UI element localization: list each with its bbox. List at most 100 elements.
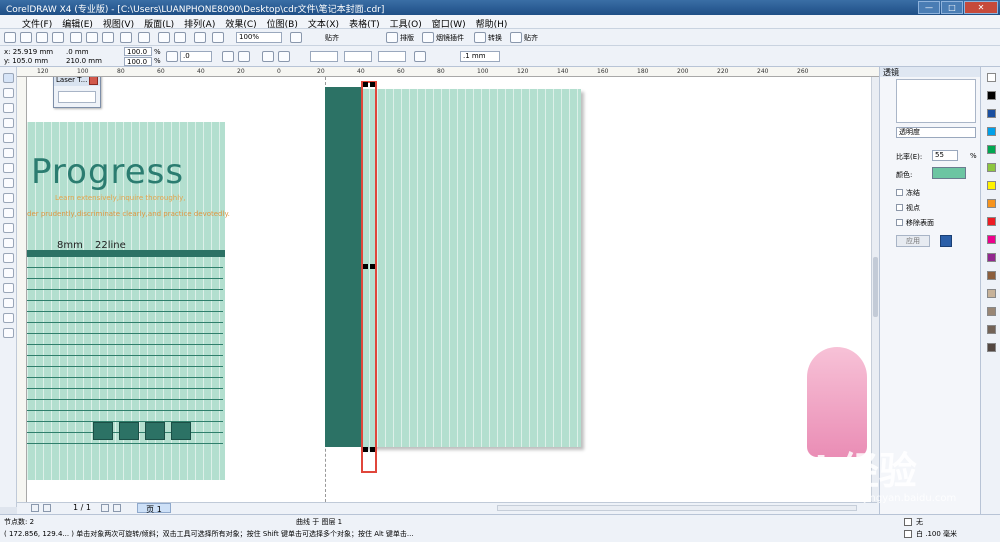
redo-icon[interactable] bbox=[138, 32, 150, 43]
paste-special-button[interactable]: 贴齐 bbox=[524, 33, 538, 43]
lock-icon[interactable] bbox=[940, 235, 952, 247]
rate-field[interactable]: 55 bbox=[932, 150, 958, 161]
convert-button[interactable]: 转换 bbox=[488, 33, 502, 43]
palette-swatch[interactable] bbox=[987, 109, 996, 118]
polygon-tool-icon[interactable] bbox=[3, 193, 14, 203]
selection-handle[interactable] bbox=[370, 264, 375, 269]
horizontal-ruler[interactable]: 120 100 80 60 40 20 0 20 40 60 80 100 120 140 160 180 20… bbox=[17, 67, 879, 77]
print-icon[interactable] bbox=[52, 32, 64, 43]
mirror-h-icon[interactable] bbox=[222, 51, 234, 62]
freehand-tool-icon[interactable] bbox=[3, 133, 14, 143]
freeze-checkbox[interactable] bbox=[896, 189, 903, 196]
next-page-icon[interactable] bbox=[101, 504, 109, 512]
palette-swatch[interactable] bbox=[987, 271, 996, 280]
copy-icon[interactable] bbox=[86, 32, 98, 43]
selection-handle[interactable] bbox=[370, 82, 375, 87]
palette-swatch[interactable] bbox=[987, 199, 996, 208]
pick-tool-icon[interactable] bbox=[3, 73, 14, 83]
smart-fill-tool-icon[interactable] bbox=[3, 148, 14, 158]
interactive-fill-tool-icon[interactable] bbox=[3, 328, 14, 338]
outline-tool-icon[interactable] bbox=[3, 298, 14, 308]
wrap-text-icon[interactable] bbox=[414, 51, 426, 62]
drawing-canvas[interactable]: Progress Learn extensively,inquire thoro… bbox=[27, 77, 871, 502]
save-icon[interactable] bbox=[36, 32, 48, 43]
palette-swatch[interactable] bbox=[987, 217, 996, 226]
palette-swatch[interactable] bbox=[987, 181, 996, 190]
new-icon[interactable] bbox=[4, 32, 16, 43]
palette-swatch[interactable] bbox=[987, 163, 996, 172]
palette-swatch[interactable] bbox=[987, 73, 996, 82]
page-tab[interactable]: 页 1 bbox=[137, 503, 171, 514]
object-height[interactable]: 210.0 mm bbox=[66, 57, 102, 65]
minimize-button[interactable]: — bbox=[918, 1, 940, 14]
palette-swatch[interactable] bbox=[987, 145, 996, 154]
vertical-scroll-thumb[interactable] bbox=[873, 257, 878, 317]
mirror-v-icon[interactable] bbox=[238, 51, 250, 62]
snap-label[interactable]: 贴齐 bbox=[325, 33, 339, 43]
import-icon[interactable] bbox=[158, 32, 170, 43]
dimension-tool-icon[interactable] bbox=[3, 253, 14, 263]
convert-icon[interactable] bbox=[474, 32, 486, 43]
palette-swatch[interactable] bbox=[987, 343, 996, 352]
fill-tool-icon[interactable] bbox=[3, 313, 14, 323]
rectangle-tool-icon[interactable] bbox=[3, 163, 14, 173]
lock-ratio-icon[interactable] bbox=[166, 51, 178, 62]
palette-swatch[interactable] bbox=[987, 307, 996, 316]
palette-swatch[interactable] bbox=[987, 253, 996, 262]
outline-width-select[interactable]: .1 mm bbox=[460, 51, 500, 62]
lens-type-select[interactable]: 透明度 bbox=[896, 127, 976, 138]
object-width[interactable]: .0 mm bbox=[66, 48, 89, 56]
zoom-level-select[interactable]: 100% bbox=[236, 32, 282, 43]
palette-swatch[interactable] bbox=[987, 289, 996, 298]
eyedropper-tool-icon[interactable] bbox=[3, 283, 14, 293]
selected-curve[interactable] bbox=[361, 81, 377, 473]
palette-swatch[interactable] bbox=[987, 91, 996, 100]
shape-tool-icon[interactable] bbox=[3, 88, 14, 98]
close-button[interactable]: ✕ bbox=[964, 1, 998, 14]
interactive-blend-tool-icon[interactable] bbox=[3, 268, 14, 278]
undo-icon[interactable] bbox=[120, 32, 132, 43]
crop-tool-icon[interactable] bbox=[3, 103, 14, 113]
laser-toolbar-window[interactable]: Laser T... bbox=[53, 77, 101, 108]
selection-handle[interactable] bbox=[363, 82, 368, 87]
palette-swatch[interactable] bbox=[987, 127, 996, 136]
viewpoint-checkbox[interactable] bbox=[896, 204, 903, 211]
paste-icon[interactable] bbox=[102, 32, 114, 43]
end-arrow-select[interactable] bbox=[378, 51, 406, 62]
prev-page-icon[interactable] bbox=[43, 504, 51, 512]
vertical-scrollbar[interactable] bbox=[871, 77, 879, 502]
application-launcher-icon[interactable] bbox=[194, 32, 206, 43]
open-icon[interactable] bbox=[20, 32, 32, 43]
plugin-icon[interactable] bbox=[422, 32, 434, 43]
table-tool-icon[interactable] bbox=[3, 238, 14, 248]
selection-handle[interactable] bbox=[370, 447, 375, 452]
back-cover[interactable] bbox=[361, 89, 581, 447]
export-icon[interactable] bbox=[174, 32, 186, 43]
zoom-icon[interactable] bbox=[290, 32, 302, 43]
basic-shapes-tool-icon[interactable] bbox=[3, 208, 14, 218]
palette-swatch[interactable] bbox=[987, 325, 996, 334]
scale-y-field[interactable]: 100.0 bbox=[124, 57, 152, 66]
x-position[interactable]: x: 25.919 mm bbox=[4, 48, 53, 56]
lens-color-picker[interactable] bbox=[932, 167, 966, 179]
vertical-ruler[interactable] bbox=[17, 77, 27, 502]
ellipse-tool-icon[interactable] bbox=[3, 178, 14, 188]
laser-toolbar-tools[interactable] bbox=[58, 91, 96, 103]
node-edit-icon[interactable] bbox=[262, 51, 274, 62]
front-cover[interactable]: Progress Learn extensively,inquire thoro… bbox=[27, 122, 230, 480]
cover-spine[interactable] bbox=[325, 87, 361, 447]
text-tool-icon[interactable] bbox=[3, 223, 14, 233]
plugin-button[interactable]: 烟镜插件 bbox=[436, 33, 464, 43]
layout-button[interactable]: 排版 bbox=[400, 33, 414, 43]
selection-handle[interactable] bbox=[363, 264, 368, 269]
apply-button[interactable]: 应用 bbox=[896, 235, 930, 247]
y-position[interactable]: y: 105.0 mm bbox=[4, 57, 48, 65]
scale-x-field[interactable]: 100.0 bbox=[124, 47, 152, 56]
horizontal-scrollbar[interactable] bbox=[497, 505, 857, 511]
remove-face-checkbox[interactable] bbox=[896, 219, 903, 226]
paste-special-icon[interactable] bbox=[510, 32, 522, 43]
close-curve-icon[interactable] bbox=[278, 51, 290, 62]
zoom-tool-icon[interactable] bbox=[3, 118, 14, 128]
first-page-icon[interactable] bbox=[31, 504, 39, 512]
cut-icon[interactable] bbox=[70, 32, 82, 43]
